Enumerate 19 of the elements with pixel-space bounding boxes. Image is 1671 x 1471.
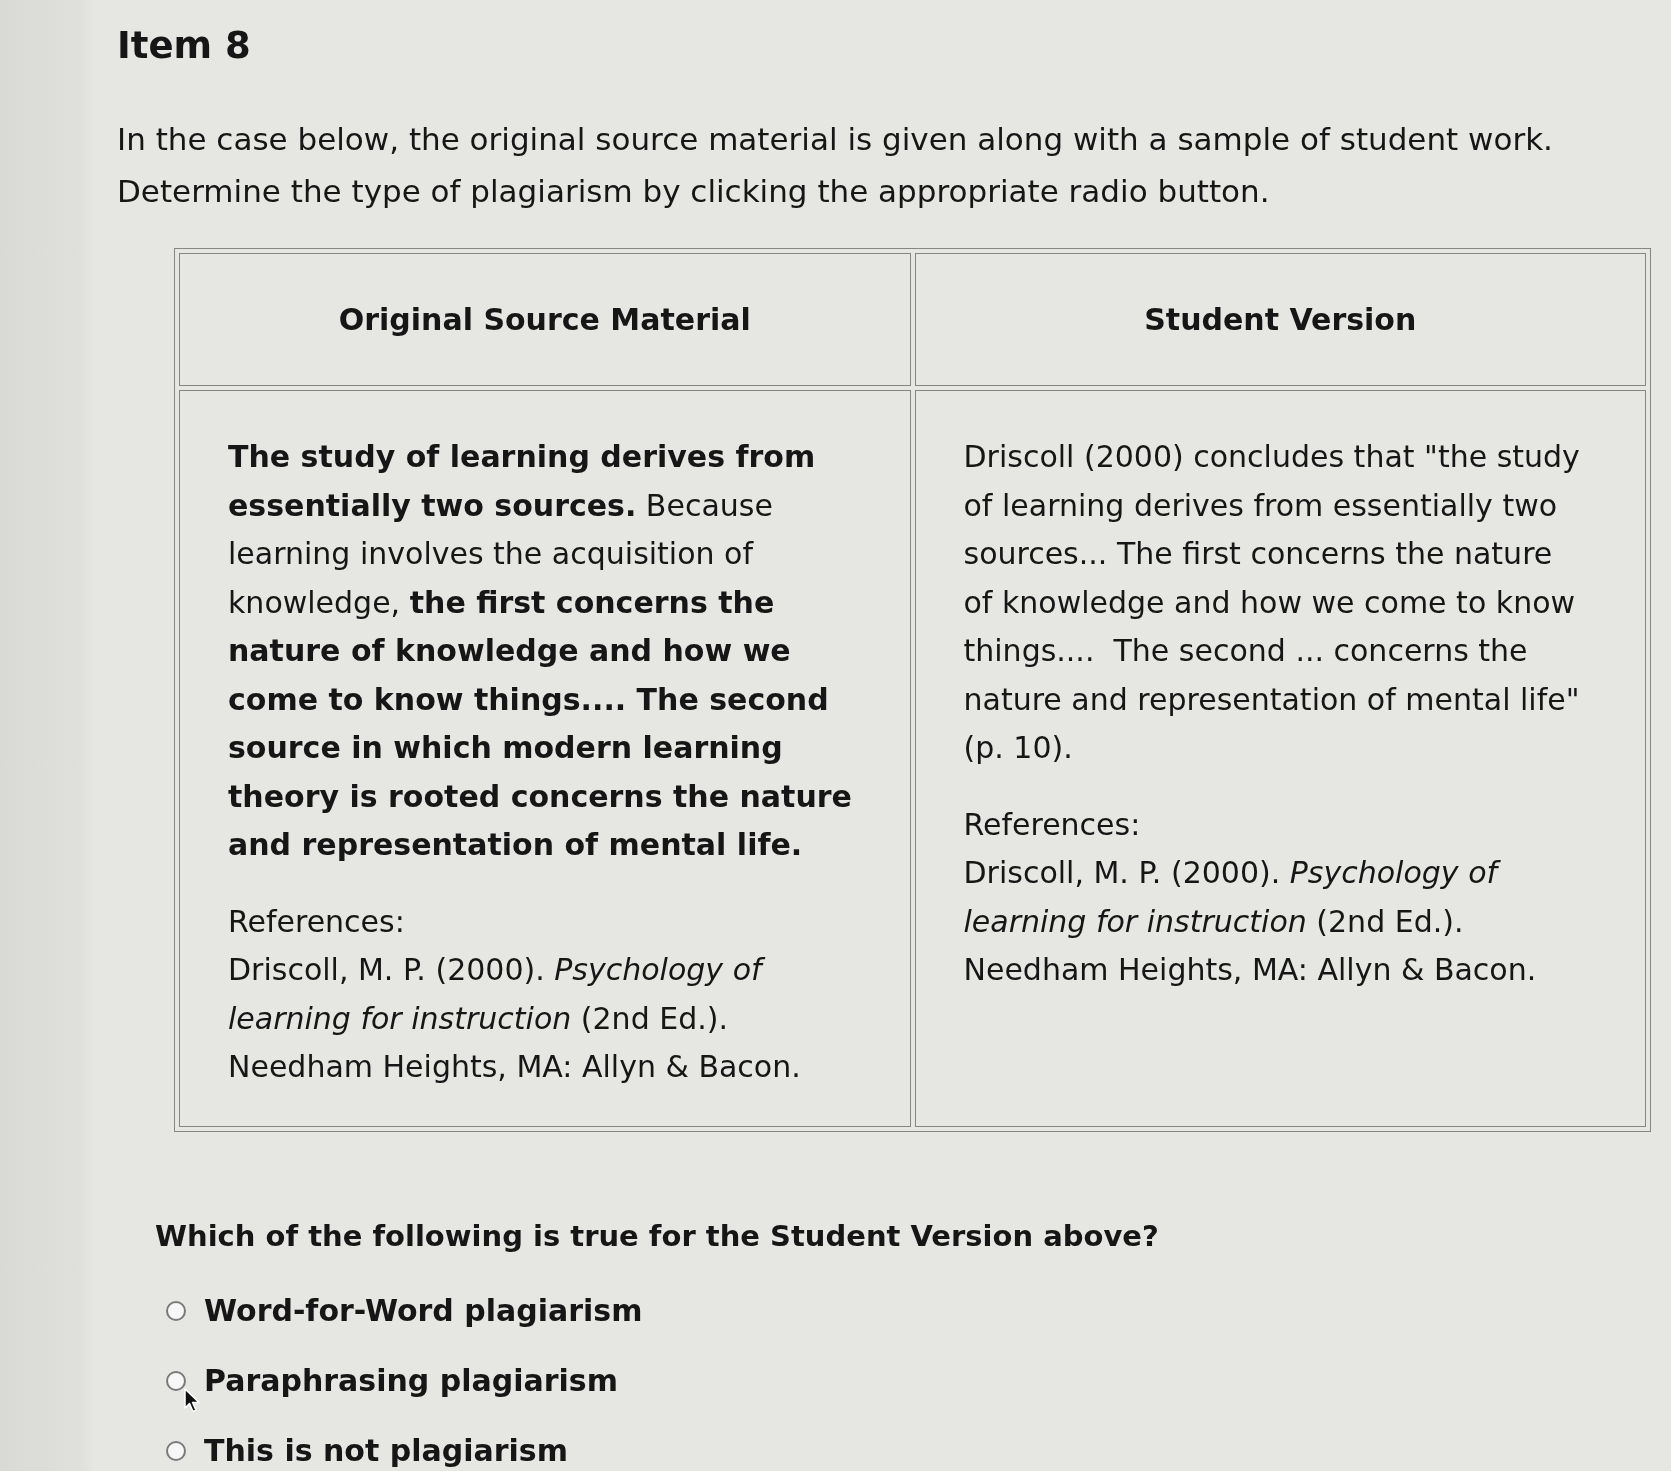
option-label[interactable]: This is not plagiarism (204, 1430, 568, 1471)
option-label[interactable]: Paraphrasing plagiarism (204, 1360, 618, 1401)
column-header: Student Version (914, 253, 1646, 386)
reference-text: Driscoll, M. P. (2000). Psychology of learning for instruction (2nd Ed.). Needham Heights, MA: Allyn & Bacon. (963, 854, 1538, 989)
item-title: Item 8 (117, 23, 251, 69)
radio-button[interactable] (166, 1440, 186, 1461)
radio-button[interactable] (166, 1370, 186, 1391)
references-label: References: (963, 805, 1141, 844)
instruction-text: In the case below, the original source material is given along with a sample of student work. (117, 120, 1553, 159)
instruction-text: Determine the type of plagiarism by clicking the appropriate radio button. (117, 172, 1270, 211)
reference-text: Driscoll, M. P. (2000). Psychology of learning for instruction (2nd Ed.). Needham Heights, MA: Allyn & Bacon. (228, 951, 802, 1086)
option-label[interactable]: Word-for-Word plagiarism (204, 1290, 643, 1331)
radio-button[interactable] (166, 1300, 186, 1321)
question-text: Which of the following is true for the Student Version above? (155, 1217, 1159, 1255)
passage-text: Driscoll (2000) concludes that "the study of learning derives from essentially two sources... The first concerns the nature of knowledge and how we come to know things.... The second ... concerns the nature and representation of mental life" (p. 10). (963, 438, 1581, 767)
references-label: References: (228, 902, 405, 941)
column-header: Original Source Material (179, 253, 911, 386)
cursor-icon (184, 1388, 201, 1413)
passage-text: The study of learning derives from essentially two sources. Because learning involves the acquisition of knowledge, the first concerns the nature of knowledge and how we come to know things.... The second source in which modern learning theory is rooted concerns the nature and representation of mental life. (228, 438, 853, 864)
